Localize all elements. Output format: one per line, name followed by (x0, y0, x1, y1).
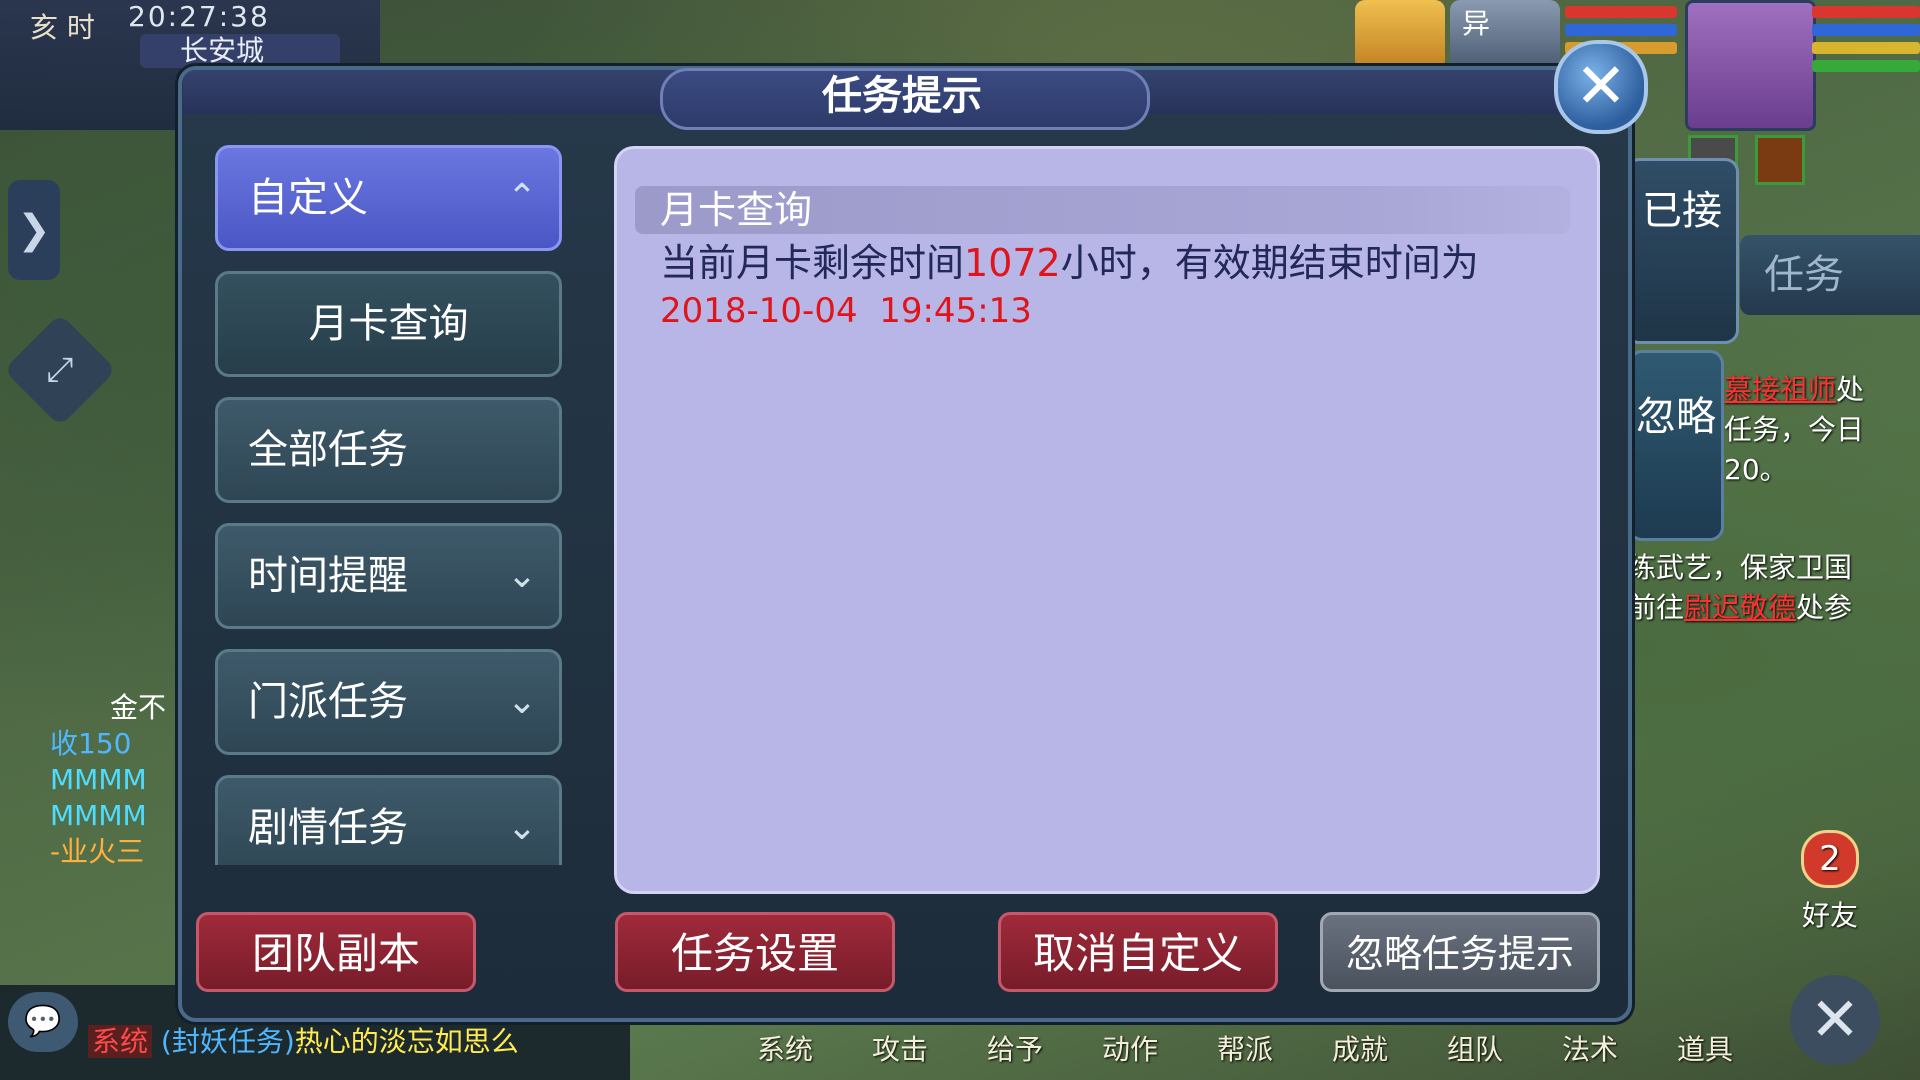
category-label: 门派任务 (248, 679, 408, 725)
npc-link[interactable]: 尉迟敬德 (1684, 591, 1796, 624)
bottom-menu: 系统 攻击 给予 动作 帮派 成就 组队 法术 道具 (730, 1028, 1760, 1080)
expiry-datetime: 2018-10-04 19:45:13 (660, 291, 1032, 331)
tab-task[interactable]: 任务 (1740, 235, 1920, 315)
category-label: 自定义 (248, 175, 368, 221)
content-title: 月卡查询 (660, 188, 813, 232)
pet-portrait-2[interactable]: 异 (1450, 0, 1560, 70)
menu-guild[interactable]: 帮派 (1190, 1028, 1300, 1080)
chevron-down-icon: ⌄ (506, 681, 537, 722)
player-exp-bar (1812, 60, 1920, 72)
side-task-text-5: 前往尉迟敬德处参 (1628, 588, 1852, 628)
side-task-text-2: 任务，今日 (1724, 413, 1865, 446)
player-anger-bar (1812, 42, 1920, 54)
pet-mp-bar (1565, 24, 1677, 36)
npc-link[interactable]: 慕接祖师 (1724, 373, 1836, 406)
cancel-custom-button[interactable]: 取消自定义 (998, 912, 1278, 992)
friends-count-badge: 2 (1801, 830, 1859, 888)
left-line: MMMM (50, 763, 147, 796)
close-menu-icon[interactable]: ✕ (1790, 975, 1880, 1065)
category-label: 剧情任务 (248, 805, 408, 851)
city-name[interactable]: 长安城 (140, 34, 340, 68)
menu-spell[interactable]: 法术 (1535, 1028, 1645, 1080)
side-task-text-3: 20。 (1724, 453, 1788, 486)
expand-side-arrow-icon[interactable]: ❯ (8, 180, 60, 280)
fullscreen-icon[interactable]: ⤢ (3, 313, 117, 427)
player-avatar[interactable] (1685, 0, 1816, 131)
chat-message: 系统 (封妖任务)热心的淡忘如思么 (88, 1020, 519, 1060)
chat-player-name[interactable]: 热心的淡忘如思么 (295, 1025, 519, 1058)
left-line: -业火三 (50, 835, 145, 868)
category-list: 自定义 ⌃ 月卡查询 全部任务 时间提醒 ⌄ 门派任务 ⌄ 剧情任务 ⌄ (215, 145, 570, 865)
content-text-part: 当前月卡剩余时间 (660, 241, 965, 285)
dialog-title: 任务提示 (822, 73, 982, 119)
category-monthly-card[interactable]: 月卡查询 (215, 271, 562, 377)
menu-system[interactable]: 系统 (730, 1028, 840, 1080)
tab-ignored-label: 忽略 (1636, 394, 1716, 440)
chevron-down-icon: ⌄ (506, 555, 537, 596)
content-text-part: 小时，有效期结束时间为 (1060, 241, 1479, 285)
left-line: MMMM (50, 799, 147, 832)
side-task-text-4: 练武艺，保家卫国 (1628, 551, 1853, 584)
chat-bubble-icon[interactable]: 💬 (8, 992, 78, 1052)
hour-label: 亥 时 (30, 11, 95, 44)
chevron-down-icon: ⌄ (506, 807, 537, 848)
side-text-fragment: 处 (1836, 373, 1865, 406)
friends-button[interactable]: 2 好友 (1780, 830, 1880, 934)
menu-attack[interactable]: 攻击 (845, 1028, 955, 1080)
tab-ignored[interactable]: 忽略 (1628, 350, 1724, 541)
menu-items[interactable]: 道具 (1650, 1028, 1760, 1080)
chevron-up-icon: ⌃ (506, 177, 537, 218)
ignore-task-prompt-button[interactable]: 忽略任务提示 (1320, 912, 1600, 992)
pet-hp-bar (1565, 6, 1677, 18)
side-text-fragment: 前往 (1628, 591, 1685, 624)
left-line: 金不 (110, 691, 167, 724)
tab-accepted-label: 已接 (1642, 188, 1722, 234)
chat-task-tag: (封妖任务) (160, 1025, 295, 1058)
left-line: 收150 (50, 727, 132, 760)
menu-action[interactable]: 动作 (1075, 1028, 1185, 1080)
category-custom[interactable]: 自定义 ⌃ (215, 145, 562, 251)
side-text-fragment: 处参 (1796, 591, 1853, 624)
category-label: 时间提醒 (248, 553, 408, 599)
player-mp-bar (1812, 24, 1920, 36)
team-dungeon-button[interactable]: 团队副本 (196, 912, 476, 992)
category-story-tasks[interactable]: 剧情任务 ⌄ (215, 775, 562, 865)
category-label: 月卡查询 (308, 301, 469, 347)
player-hp-bar (1812, 6, 1920, 18)
task-settings-button[interactable]: 任务设置 (615, 912, 895, 992)
friends-label: 好友 (1801, 899, 1858, 932)
category-all-tasks[interactable]: 全部任务 (215, 397, 562, 503)
menu-team[interactable]: 组队 (1420, 1028, 1530, 1080)
left-chat-text: 金不 收150 MMMM MMMM -业火三 (50, 690, 166, 870)
content-text: 当前月卡剩余时间1072小时，有效期结束时间为 (660, 240, 1560, 286)
menu-achievement[interactable]: 成就 (1305, 1028, 1415, 1080)
category-sect-tasks[interactable]: 门派任务 ⌄ (215, 649, 562, 755)
fullscreen-glyph: ⤢ (46, 350, 74, 390)
treasure-chest-icon[interactable] (1755, 135, 1805, 185)
pet2-label: 异 (1462, 7, 1491, 40)
menu-give[interactable]: 给予 (960, 1028, 1070, 1080)
tab-accepted[interactable]: 已接 (1625, 158, 1739, 344)
clock-time: 20:27:38 (128, 0, 270, 33)
close-button[interactable]: ✕ (1554, 40, 1648, 134)
remaining-hours: 1072 (964, 241, 1061, 285)
category-label: 全部任务 (248, 427, 408, 473)
side-task-text-1: 慕接祖师处 (1724, 370, 1864, 410)
category-time-reminder[interactable]: 时间提醒 ⌄ (215, 523, 562, 629)
chat-channel-tag: 系统 (88, 1025, 153, 1058)
pet-portrait[interactable] (1355, 0, 1445, 70)
